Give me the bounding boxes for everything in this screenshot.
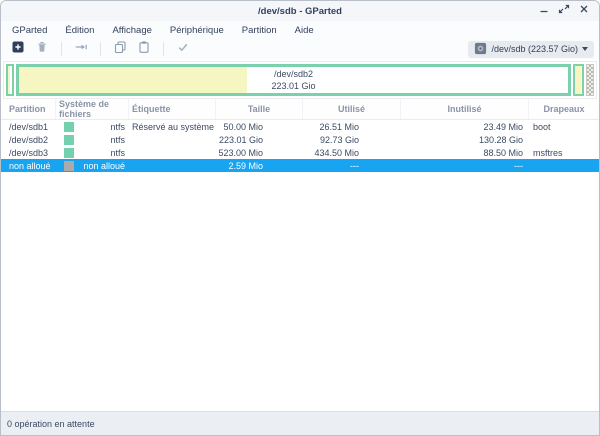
column-header-unused: Inutilisé bbox=[401, 99, 529, 119]
disk-icon bbox=[474, 42, 487, 57]
close-button[interactable] bbox=[578, 5, 590, 17]
cell-filesystem: ntfs bbox=[56, 122, 129, 132]
restore-icon bbox=[558, 2, 570, 20]
chevron-down-icon bbox=[582, 47, 588, 51]
table-row-sdb1[interactable]: /dev/sdb1 ntfs Réservé au système 50.00 … bbox=[1, 120, 599, 133]
cell-partition: /dev/sdb3 bbox=[1, 148, 56, 158]
table-row-unallocated[interactable]: non alloué non alloué 2.59 Mio --- --- bbox=[1, 159, 599, 172]
filesystem-color-swatch bbox=[64, 148, 74, 158]
cell-size: 50.00 Mio bbox=[216, 122, 303, 132]
partition-graphic-sdb2[interactable]: /dev/sdb2 223.01 Gio bbox=[16, 64, 571, 96]
cell-filesystem: ntfs bbox=[56, 148, 129, 158]
filesystem-color-swatch bbox=[64, 135, 74, 145]
filesystem-color-swatch bbox=[64, 122, 74, 132]
used-space-fill bbox=[575, 66, 581, 94]
menu-gparted[interactable]: GParted bbox=[3, 25, 56, 36]
filesystem-name: ntfs bbox=[110, 148, 125, 158]
menu-affichage[interactable]: Affichage bbox=[103, 25, 160, 36]
cell-used: 92.73 Gio bbox=[303, 135, 401, 145]
disk-graphic: /dev/sdb2 223.01 Gio bbox=[3, 61, 597, 99]
partition-table-body: /dev/sdb1 ntfs Réservé au système 50.00 … bbox=[1, 120, 599, 172]
delete-partition-button[interactable] bbox=[30, 40, 54, 58]
cell-partition: /dev/sdb1 bbox=[1, 122, 56, 132]
cell-flags: msftres bbox=[529, 148, 599, 158]
menu-bar: GParted Édition Affichage Périphérique P… bbox=[1, 21, 599, 39]
cell-unused: 88.50 Mio bbox=[401, 148, 529, 158]
trash-icon bbox=[35, 40, 49, 59]
title-bar: /dev/sdb - GParted bbox=[1, 1, 599, 21]
partition-graphic-sdb3[interactable] bbox=[573, 64, 584, 96]
filesystem-name: ntfs bbox=[110, 135, 125, 145]
toolbar-separator bbox=[100, 42, 101, 56]
column-header-size: Taille bbox=[216, 99, 303, 119]
cell-flags: boot bbox=[529, 122, 599, 132]
column-header-used: Utilisé bbox=[303, 99, 401, 119]
copy-icon bbox=[113, 40, 127, 59]
partition-graphic-sdb1[interactable] bbox=[6, 64, 14, 96]
close-icon bbox=[578, 2, 590, 20]
menu-partition[interactable]: Partition bbox=[233, 25, 286, 36]
partition-graphic-label: /dev/sdb2 223.01 Gio bbox=[19, 67, 568, 93]
cell-used: 434.50 Mio bbox=[303, 148, 401, 158]
minimize-icon bbox=[538, 2, 550, 20]
window-title: /dev/sdb - GParted bbox=[1, 6, 599, 17]
cell-used: --- bbox=[303, 161, 401, 171]
column-header-label: Étiquette bbox=[129, 99, 216, 119]
resize-move-button[interactable] bbox=[69, 40, 93, 58]
restore-button[interactable] bbox=[558, 5, 570, 17]
cell-label: Réservé au système bbox=[129, 122, 216, 132]
copy-partition-button[interactable] bbox=[108, 40, 132, 58]
column-header-partition: Partition bbox=[1, 99, 56, 119]
used-space-fill bbox=[8, 66, 10, 94]
partition-name: /dev/sdb2 bbox=[274, 68, 313, 80]
device-selector-value: /dev/sdb (223.57 Gio) bbox=[491, 44, 578, 54]
minimize-button[interactable] bbox=[538, 5, 550, 17]
new-partition-button[interactable] bbox=[6, 40, 30, 58]
menu-aide[interactable]: Aide bbox=[286, 25, 323, 36]
checkmark-icon bbox=[176, 40, 190, 59]
cell-partition: non alloué bbox=[1, 161, 56, 171]
status-bar: 0 opération en attente bbox=[1, 411, 599, 435]
empty-content-area bbox=[1, 172, 599, 411]
column-header-filesystem: Système de fichiers bbox=[56, 99, 129, 119]
gparted-window: /dev/sdb - GParted bbox=[0, 0, 600, 436]
column-header-flags: Drapeaux bbox=[529, 99, 599, 119]
window-controls bbox=[538, 5, 599, 17]
cell-filesystem: non alloué bbox=[56, 161, 129, 171]
device-selector[interactable]: /dev/sdb (223.57 Gio) bbox=[468, 41, 594, 58]
cell-filesystem: ntfs bbox=[56, 135, 129, 145]
filesystem-name: ntfs bbox=[110, 122, 125, 132]
cell-size: 2.59 Mio bbox=[216, 161, 303, 171]
partition-size: 223.01 Gio bbox=[271, 80, 315, 92]
cell-size: 223.01 Gio bbox=[216, 135, 303, 145]
toolbar-separator bbox=[61, 42, 62, 56]
toolbar-separator bbox=[163, 42, 164, 56]
document-new-icon bbox=[11, 40, 25, 59]
paste-icon bbox=[137, 40, 151, 59]
cell-partition: /dev/sdb2 bbox=[1, 135, 56, 145]
cell-unused: 23.49 Mio bbox=[401, 122, 529, 132]
cell-size: 523.00 Mio bbox=[216, 148, 303, 158]
partition-table-header: Partition Système de fichiers Étiquette … bbox=[1, 99, 599, 120]
menu-peripherique[interactable]: Périphérique bbox=[161, 25, 233, 36]
table-row-sdb2[interactable]: /dev/sdb2 ntfs 223.01 Gio 92.73 Gio 130.… bbox=[1, 133, 599, 146]
partition-graphic-unallocated[interactable] bbox=[586, 64, 594, 96]
arrow-right-icon bbox=[74, 40, 88, 59]
pending-operations-text: 0 opération en attente bbox=[7, 419, 95, 429]
table-row-sdb3[interactable]: /dev/sdb3 ntfs 523.00 Mio 434.50 Mio 88.… bbox=[1, 146, 599, 159]
apply-operations-button[interactable] bbox=[171, 40, 195, 58]
filesystem-color-swatch bbox=[64, 161, 74, 171]
cell-unused: 130.28 Gio bbox=[401, 135, 529, 145]
cell-unused: --- bbox=[401, 161, 529, 171]
paste-partition-button[interactable] bbox=[132, 40, 156, 58]
toolbar: /dev/sdb (223.57 Gio) bbox=[1, 39, 599, 59]
menu-edition[interactable]: Édition bbox=[56, 25, 103, 36]
cell-used: 26.51 Mio bbox=[303, 122, 401, 132]
filesystem-name: non alloué bbox=[83, 161, 125, 171]
